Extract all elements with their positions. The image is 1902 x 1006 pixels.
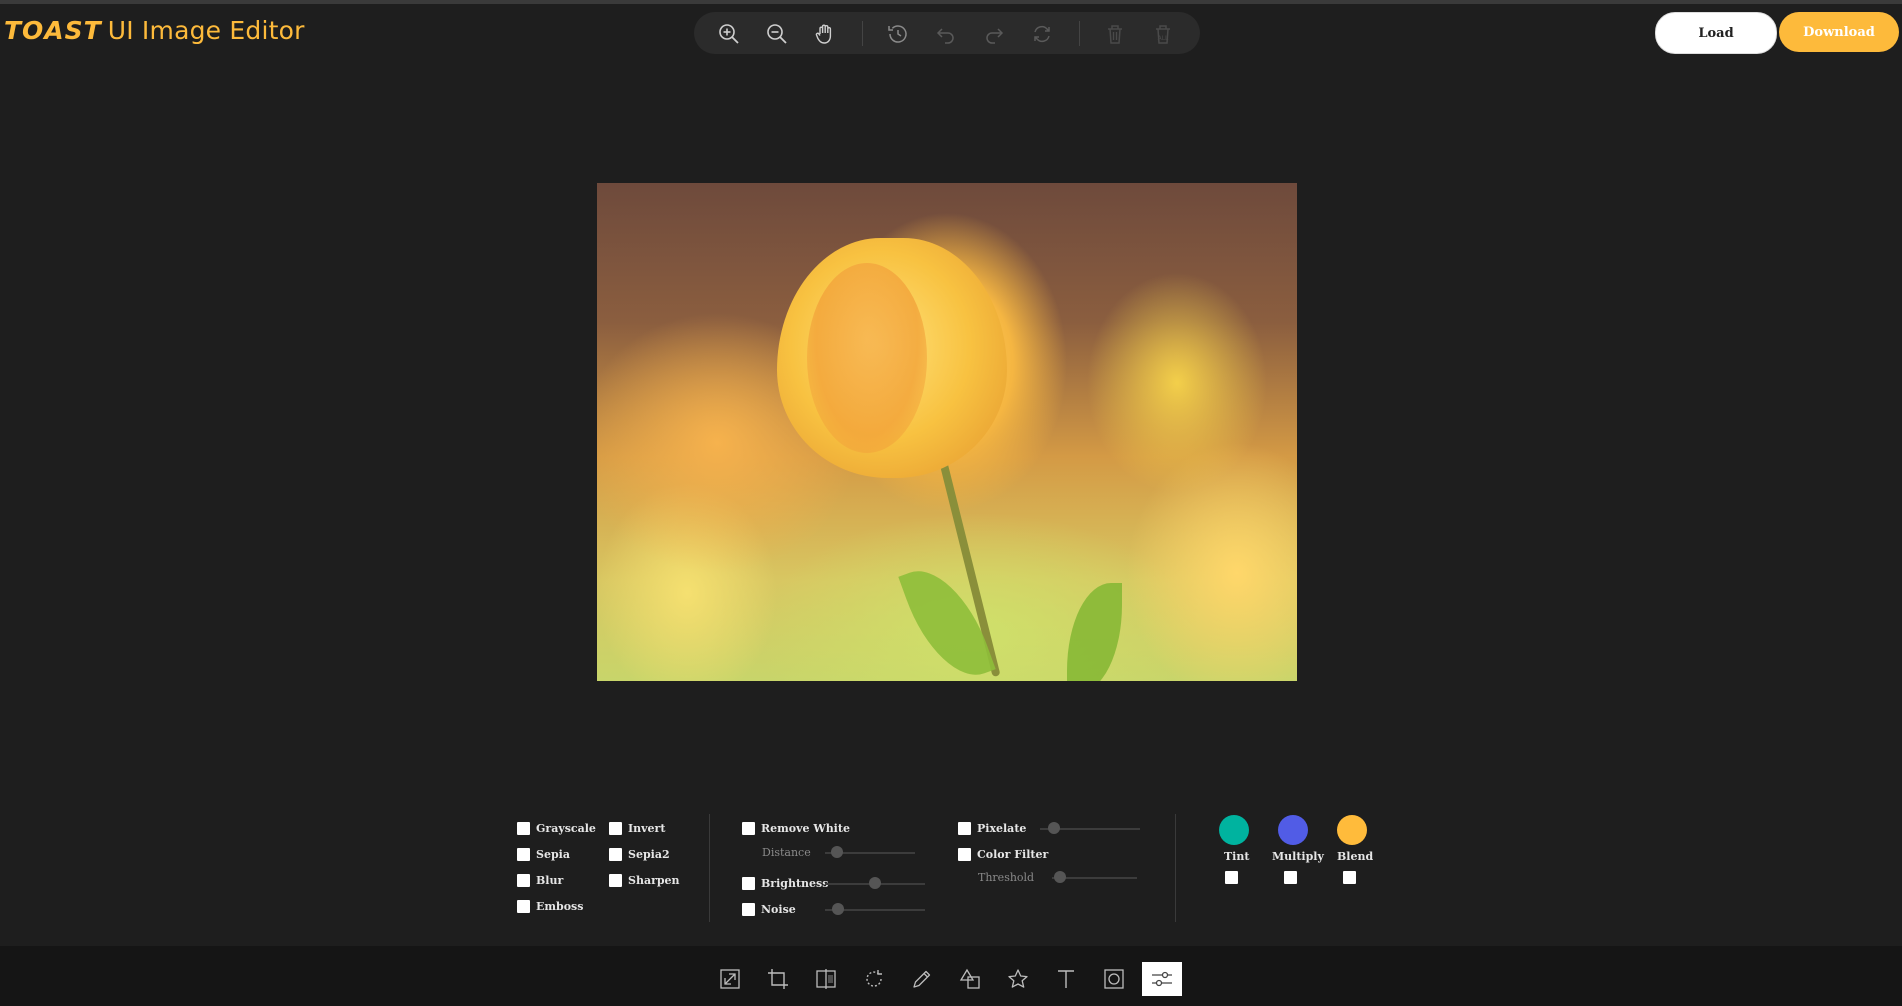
brightness-slider-handle[interactable] [869,877,881,889]
reset-icon[interactable] [1029,21,1055,47]
brightness-checkbox[interactable] [742,877,755,890]
load-button[interactable]: Load [1655,12,1777,54]
noise-slider-handle[interactable] [832,903,844,915]
multiply-checkbox[interactable] [1284,871,1297,884]
blend-label: Blend [1337,850,1374,863]
download-button[interactable]: Download [1779,12,1899,52]
invert-label: Invert [628,822,666,835]
draw-icon[interactable] [902,962,942,996]
zoom-in-icon[interactable] [716,21,742,47]
pixelate-checkbox[interactable] [958,822,971,835]
svg-text:ALL: ALL [1158,35,1169,42]
logo-title: UI Image Editor [107,15,305,45]
distance-label: Distance [762,846,811,859]
hand-icon[interactable] [812,21,838,47]
text-icon[interactable] [1046,962,1086,996]
threshold-slider-handle[interactable] [1054,871,1066,883]
blur-label: Blur [536,874,564,887]
canvas-image-part [807,263,927,453]
crop-icon[interactable] [758,962,798,996]
distance-slider-handle[interactable] [831,846,843,858]
panel-separator [1175,814,1176,922]
sepia-label: Sepia [536,848,570,861]
color-filter-checkbox[interactable] [958,848,971,861]
blend-color-swatch[interactable] [1337,815,1367,845]
sharpen-label: Sharpen [628,874,680,887]
history-icon[interactable] [885,21,911,47]
emboss-label: Emboss [536,900,584,913]
grayscale-checkbox[interactable] [517,822,530,835]
blur-checkbox[interactable] [517,874,530,887]
rotate-icon[interactable] [854,962,894,996]
canvas-image-part [1067,583,1122,681]
delete-all-icon[interactable]: ALL [1150,21,1176,47]
color-filter-label: Color Filter [977,848,1049,861]
zoom-out-icon[interactable] [764,21,790,47]
redo-icon[interactable] [981,21,1007,47]
multiply-label: Multiply [1272,850,1324,863]
sepia2-checkbox[interactable] [609,848,622,861]
grayscale-label: Grayscale [536,822,596,835]
remove-white-checkbox[interactable] [742,822,755,835]
toolbar-separator [1079,21,1080,46]
panel-separator [709,814,710,922]
app-logo: TOAST UI Image Editor [4,12,305,48]
emboss-checkbox[interactable] [517,900,530,913]
blend-checkbox[interactable] [1343,871,1356,884]
threshold-label: Threshold [978,871,1035,884]
shape-icon[interactable] [950,962,990,996]
invert-checkbox[interactable] [609,822,622,835]
sepia2-label: Sepia2 [628,848,670,861]
tint-checkbox[interactable] [1225,871,1238,884]
mask-icon[interactable] [1094,962,1134,996]
pixelate-slider-handle[interactable] [1048,822,1060,834]
flip-icon[interactable] [806,962,846,996]
toolbar-separator [862,21,863,46]
delete-icon[interactable] [1102,21,1128,47]
filter-icon[interactable] [1142,962,1182,996]
view-toolbar: ALL [694,12,1200,54]
image-canvas[interactable] [597,183,1297,681]
brightness-label: Brightness [761,877,829,890]
sepia-checkbox[interactable] [517,848,530,861]
multiply-color-swatch[interactable] [1278,815,1308,845]
top-border [0,0,1902,4]
logo-brand: TOAST [4,15,102,45]
noise-label: Noise [761,903,796,916]
icon-star-icon[interactable] [998,962,1038,996]
pixelate-label: Pixelate [977,822,1027,835]
sharpen-checkbox[interactable] [609,874,622,887]
tint-color-swatch[interactable] [1219,815,1249,845]
tint-label: Tint [1224,850,1250,863]
noise-checkbox[interactable] [742,903,755,916]
resize-icon[interactable] [710,962,750,996]
undo-icon[interactable] [933,21,959,47]
remove-white-label: Remove White [761,822,850,835]
